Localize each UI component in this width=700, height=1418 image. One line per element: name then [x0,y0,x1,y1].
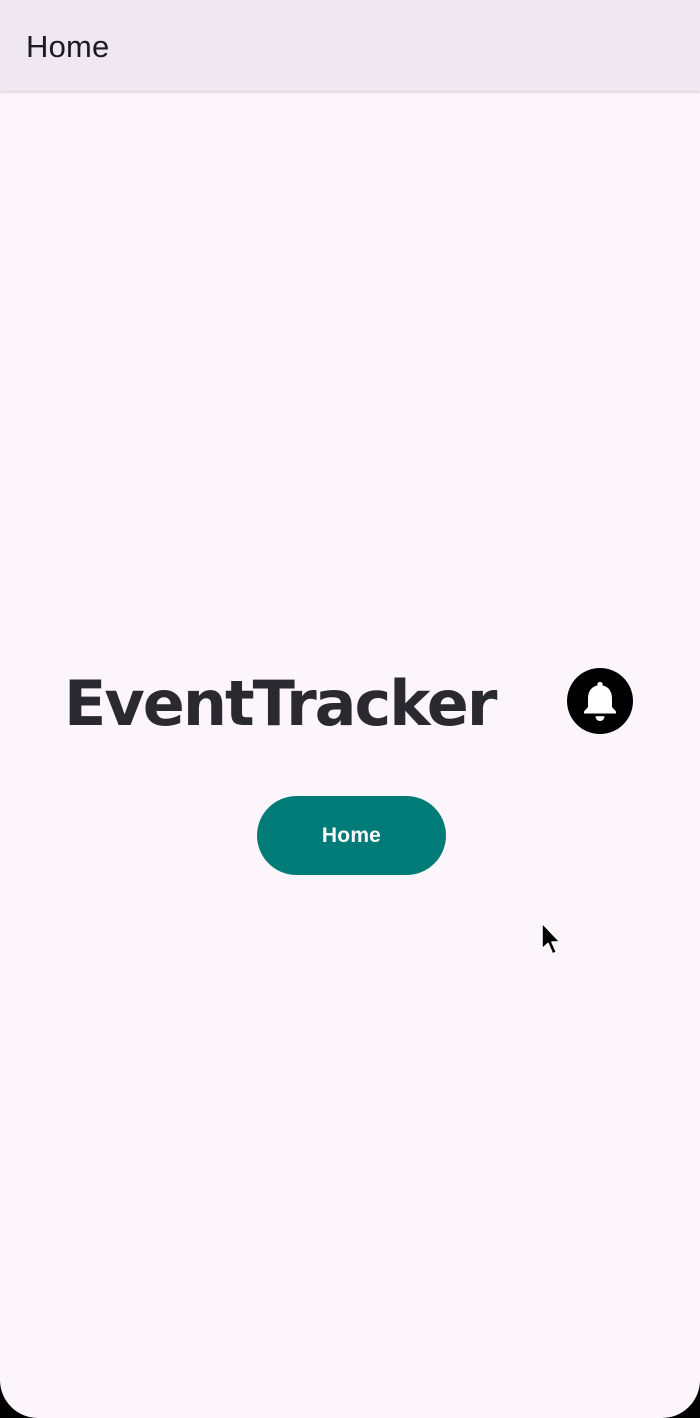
mouse-pointer-icon [541,922,561,955]
bell-icon [567,668,633,734]
page-title: Home [26,29,110,64]
home-button[interactable]: Home [257,796,446,875]
app-screen: Home EventTracker Home [0,0,700,1418]
app-logo: EventTracker [64,668,636,740]
logo-text: EventTracker [64,667,497,740]
bell-icon-svg [584,682,616,721]
top-app-bar: Home [0,0,700,91]
